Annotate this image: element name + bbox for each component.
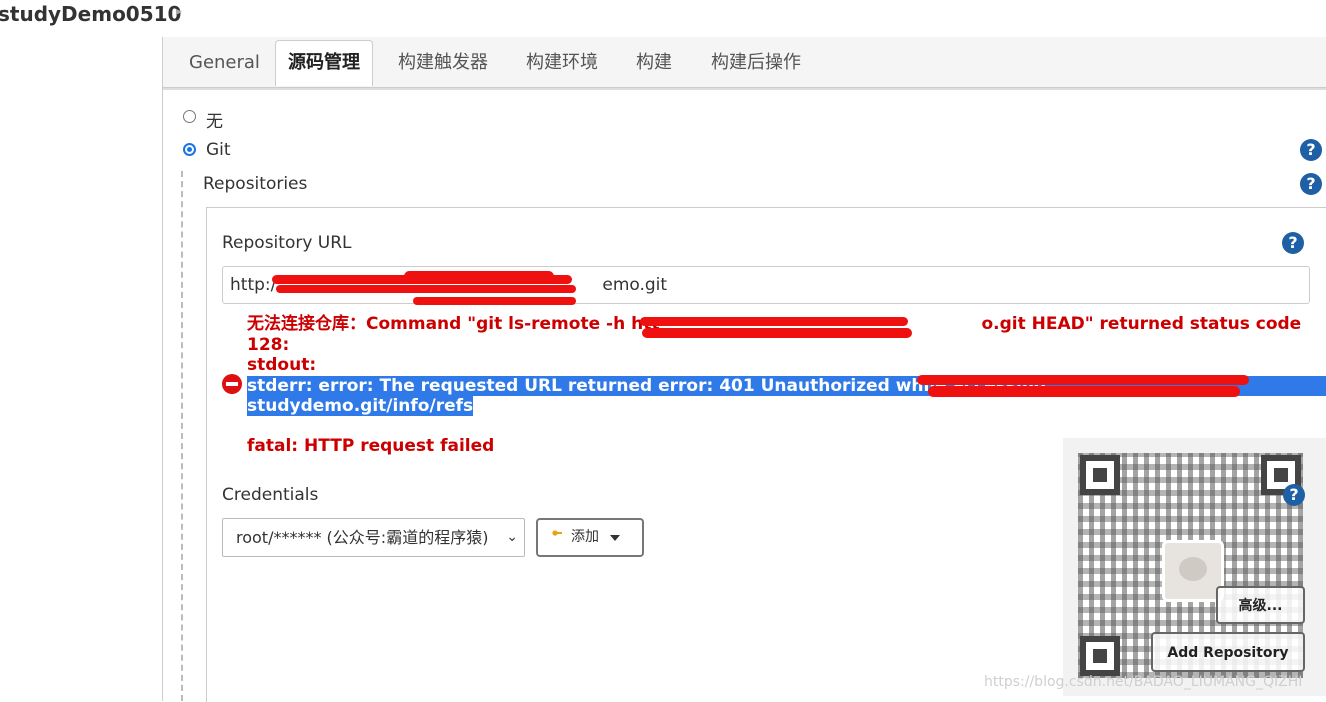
sidebar-divider	[162, 37, 163, 701]
credentials-select[interactable]: root/****** (公众号:霸道的程序猿) ⌄	[222, 518, 525, 557]
key-icon	[552, 530, 562, 536]
redaction-mark	[404, 271, 554, 282]
breadcrumb-chevron-icon[interactable]: ▸	[176, 4, 182, 18]
redaction-mark	[640, 317, 908, 326]
advanced-button[interactable]: 高级...	[1216, 586, 1305, 624]
chevron-down-icon: ⌄	[506, 529, 518, 545]
repository-url-suffix: emo.git	[602, 275, 668, 295]
git-help-icon[interactable]: ?	[1300, 139, 1322, 161]
watermark-text: https://blog.csdn.net/BADAO_LIUMANG_QIZH…	[984, 674, 1303, 690]
error-line-5: studydemo.git/info/refs	[247, 396, 474, 416]
repository-url-label: Repository URL	[222, 233, 352, 253]
tab-build[interactable]: 构建	[636, 48, 672, 86]
add-repository-button[interactable]: Add Repository	[1151, 632, 1305, 672]
tab-build-environment[interactable]: 构建环境	[526, 48, 598, 86]
scm-git-radio[interactable]	[183, 143, 196, 156]
redaction-mark	[642, 328, 912, 338]
redaction-mark	[413, 297, 576, 305]
git-section-guide	[181, 171, 183, 701]
redaction-mark	[276, 285, 576, 293]
credentials-label: Credentials	[222, 485, 319, 505]
error-line-1-tail: o.git HEAD" returned status code	[981, 314, 1302, 334]
repositories-help-icon[interactable]: ?	[1300, 173, 1322, 195]
credentials-selected-value: root/****** (公众号:霸道的程序猿)	[236, 528, 489, 547]
add-credentials-button[interactable]: 添加	[536, 518, 644, 557]
error-icon	[222, 374, 242, 394]
add-credentials-label: 添加	[571, 529, 599, 545]
repositories-title: Repositories	[203, 174, 308, 194]
credentials-help-icon[interactable]: ?	[1283, 484, 1305, 506]
error-line-1: 无法连接仓库：Command "git ls-remote -h htt	[247, 314, 660, 334]
breadcrumb: studyDemo0510 ▸	[0, 0, 1326, 32]
tab-source-code-management[interactable]: 源码管理	[275, 40, 373, 86]
avatar	[1162, 540, 1224, 602]
repository-url-prefix: http:/	[230, 275, 277, 295]
section-divider	[163, 88, 1326, 90]
scm-git-label: Git	[206, 140, 231, 160]
tab-build-triggers[interactable]: 构建触发器	[398, 48, 488, 86]
caret-down-icon	[610, 535, 620, 541]
tab-general[interactable]: General	[189, 48, 260, 86]
scm-none-radio[interactable]	[183, 110, 196, 123]
error-line-3: stdout:	[247, 355, 317, 375]
repository-url-help-icon[interactable]: ?	[1282, 232, 1304, 254]
breadcrumb-project-link[interactable]: studyDemo0510	[0, 2, 181, 26]
qr-finder-mark	[1080, 455, 1120, 495]
redaction-mark	[928, 386, 1240, 397]
tab-post-build-actions[interactable]: 构建后操作	[711, 48, 801, 86]
config-tabbar: General 源码管理 构建触发器 构建环境 构建 构建后操作	[163, 37, 1326, 88]
scm-none-label: 无	[206, 112, 223, 132]
qr-finder-mark	[1080, 636, 1120, 676]
redaction-mark	[917, 375, 1249, 385]
